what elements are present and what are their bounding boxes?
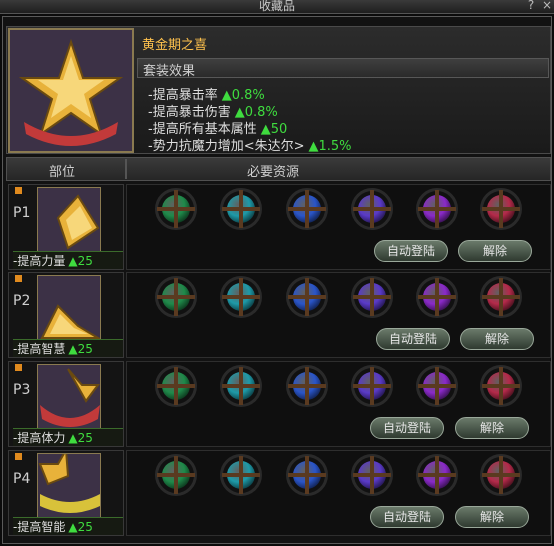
collection-row: P1 -提高力量 ▲25 自动登陆 解除: [6, 184, 551, 270]
resource-slot[interactable]: [155, 365, 197, 407]
close-button[interactable]: ×: [540, 0, 554, 12]
status-marker: [15, 187, 22, 194]
resource-slot[interactable]: [351, 276, 393, 318]
remove-button[interactable]: 解除: [455, 417, 529, 439]
resource-slot[interactable]: [416, 454, 458, 496]
set-effect-line: -势力抗魔力增加<朱达尔> ▲1.5%: [148, 135, 352, 154]
piece-slot[interactable]: P4 -提高智能 ▲25: [8, 450, 124, 536]
piece-position: P3: [13, 382, 31, 398]
collection-row: P4 -提高智能 ▲25 自动登陆 解除: [6, 450, 551, 536]
remove-button[interactable]: 解除: [458, 240, 532, 262]
resource-slot[interactable]: [220, 276, 262, 318]
remove-button[interactable]: 解除: [455, 506, 529, 528]
remove-button[interactable]: 解除: [460, 328, 534, 350]
piece-position: P1: [13, 205, 31, 221]
resource-slot[interactable]: [351, 454, 393, 496]
column-divider: [125, 159, 127, 179]
attr-label: -提高体力: [13, 431, 66, 445]
help-button[interactable]: ?: [524, 0, 538, 12]
attr-value: ▲25: [68, 342, 93, 356]
set-star-image: [8, 28, 134, 153]
star-piece-icon: [37, 453, 101, 519]
effect-label: -势力抗魔力增加<朱达尔>: [148, 139, 305, 154]
window-title: 收藏品: [258, 0, 295, 13]
resource-slot[interactable]: [416, 188, 458, 230]
status-marker: [15, 453, 22, 460]
resource-slot[interactable]: [416, 276, 458, 318]
resource-slot[interactable]: [286, 454, 328, 496]
auto-register-button[interactable]: 自动登陆: [376, 328, 450, 350]
resource-slot[interactable]: [351, 188, 393, 230]
resource-slot[interactable]: [480, 276, 522, 318]
star-piece-icon: [37, 364, 101, 430]
piece-position: P2: [13, 293, 31, 309]
piece-attribute: -提高智能 ▲25: [13, 517, 123, 535]
resource-slot[interactable]: [480, 188, 522, 230]
resource-slot[interactable]: [286, 188, 328, 230]
status-marker: [15, 275, 22, 282]
piece-position: P4: [13, 471, 31, 487]
title-bar: 收藏品 ? ×: [0, 0, 554, 14]
resource-slot[interactable]: [220, 365, 262, 407]
column-headers: 部位 必要资源: [6, 157, 551, 181]
resource-slot[interactable]: [351, 365, 393, 407]
piece-attribute: -提高体力 ▲25: [13, 428, 123, 446]
auto-register-button[interactable]: 自动登陆: [370, 506, 444, 528]
auto-register-button[interactable]: 自动登陆: [370, 417, 444, 439]
resource-slot[interactable]: [480, 365, 522, 407]
resource-slot[interactable]: [155, 454, 197, 496]
resource-slot[interactable]: [416, 365, 458, 407]
attr-label: -提高力量: [13, 254, 66, 268]
resource-slot[interactable]: [286, 276, 328, 318]
set-effect-header-label: 套装效果: [143, 64, 196, 79]
attr-value: ▲25: [68, 520, 93, 534]
piece-slot[interactable]: P2 -提高智慧 ▲25: [8, 272, 124, 358]
star-piece-icon: [37, 187, 101, 253]
resource-slot[interactable]: [286, 365, 328, 407]
piece-attribute: -提高智慧 ▲25: [13, 339, 123, 357]
attr-value: ▲25: [68, 431, 93, 445]
resource-slot[interactable]: [480, 454, 522, 496]
piece-attribute: -提高力量 ▲25: [13, 251, 123, 269]
collection-row: P3 -提高体力 ▲25 自动登陆 解除: [6, 361, 551, 447]
attr-value: ▲25: [68, 254, 93, 268]
resource-slot[interactable]: [220, 188, 262, 230]
set-effect-header: 套装效果: [137, 58, 549, 79]
auto-register-button[interactable]: 自动登陆: [374, 240, 448, 262]
attr-label: -提高智能: [13, 520, 66, 534]
star-piece-icon: [37, 275, 101, 341]
collection-row: P2 -提高智慧 ▲25 自动登陆 解除: [6, 272, 551, 358]
resource-slot[interactable]: [220, 454, 262, 496]
resource-slot[interactable]: [155, 276, 197, 318]
set-name: 黄金期之喜: [142, 38, 208, 53]
piece-slot[interactable]: P1 -提高力量 ▲25: [8, 184, 124, 270]
column-part: 部位: [49, 165, 76, 180]
attr-label: -提高智慧: [13, 342, 66, 356]
effect-value: ▲1.5%: [308, 139, 352, 154]
piece-slot[interactable]: P3 -提高体力 ▲25: [8, 361, 124, 447]
status-marker: [15, 364, 22, 371]
resource-slot[interactable]: [155, 188, 197, 230]
column-required: 必要资源: [247, 165, 300, 180]
